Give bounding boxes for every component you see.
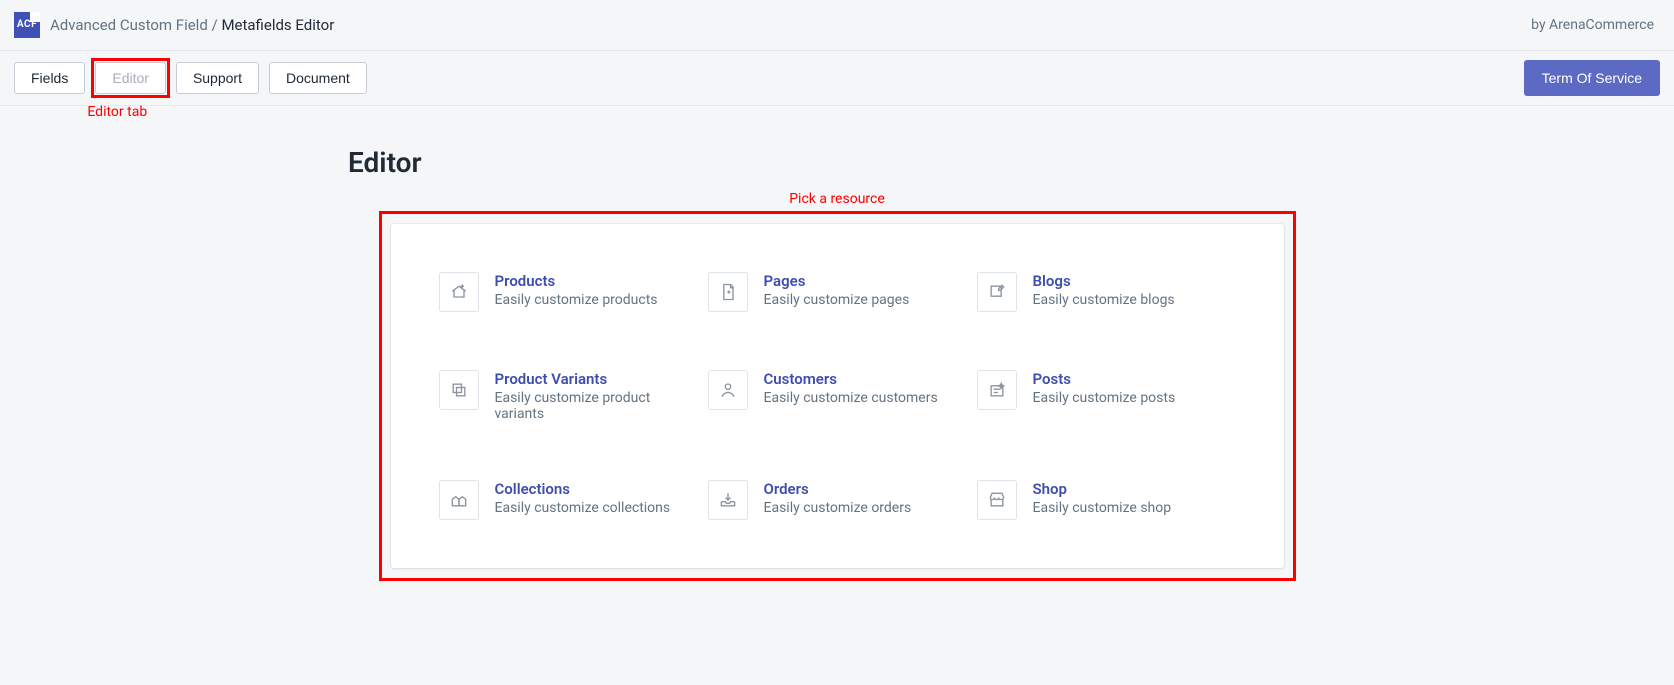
breadcrumb-separator: / — [208, 16, 222, 34]
sparkle-note-icon — [977, 370, 1017, 410]
resource-subtitle: Easily customize customers — [764, 390, 938, 406]
tab-document[interactable]: Document — [269, 62, 367, 94]
annotation-label-editor: Editor tab — [87, 104, 147, 120]
resource-item-product-variants[interactable]: Product Variants Easily customize produc… — [439, 370, 698, 422]
resource-text: Orders Easily customize orders — [764, 480, 912, 516]
tab-fields[interactable]: Fields — [14, 62, 85, 94]
resource-item-posts[interactable]: Posts Easily customize posts — [977, 370, 1236, 422]
resource-subtitle: Easily customize product variants — [495, 390, 685, 422]
resource-text: Pages Easily customize pages — [764, 272, 910, 308]
resource-item-orders[interactable]: Orders Easily customize orders — [708, 480, 967, 520]
resource-subtitle: Easily customize shop — [1033, 500, 1172, 516]
page-title: Editor — [348, 146, 1674, 179]
resource-item-collections[interactable]: Collections Easily customize collections — [439, 480, 698, 520]
resource-title: Pages — [764, 272, 910, 290]
resource-text: Product Variants Easily customize produc… — [495, 370, 685, 422]
breadcrumb-app-name: Advanced Custom Field — [50, 16, 208, 34]
resource-title: Products — [495, 272, 658, 290]
resource-item-blogs[interactable]: Blogs Easily customize blogs — [977, 272, 1236, 312]
tab-support[interactable]: Support — [176, 62, 259, 94]
resource-item-products[interactable]: Products Easily customize products — [439, 272, 698, 312]
tab-editor-anno-wrap: Editor Editor tab — [95, 62, 166, 94]
resource-grid: Products Easily customize products Pages… — [439, 272, 1236, 520]
resource-text: Posts Easily customize posts — [1033, 370, 1176, 406]
user-icon — [708, 370, 748, 410]
tab-row: Fields Editor Editor tab Support Documen… — [0, 51, 1674, 106]
resource-title: Shop — [1033, 480, 1172, 498]
resource-subtitle: Easily customize posts — [1033, 390, 1176, 406]
annotation-box-resources: Products Easily customize products Pages… — [379, 211, 1296, 581]
resource-title: Posts — [1033, 370, 1176, 388]
buildings-icon — [439, 480, 479, 520]
breadcrumb-section: Metafields Editor — [221, 16, 334, 34]
tab-editor[interactable]: Editor — [95, 62, 166, 94]
byline: by ArenaCommerce — [1531, 17, 1654, 33]
inbox-download-icon — [708, 480, 748, 520]
resource-text: Customers Easily customize customers — [764, 370, 938, 406]
resource-card: Products Easily customize products Pages… — [391, 224, 1284, 568]
resource-subtitle: Easily customize orders — [764, 500, 912, 516]
top-header: ACF Advanced Custom Field / Metafields E… — [0, 0, 1674, 51]
resource-subtitle: Easily customize collections — [495, 500, 671, 516]
resource-title: Orders — [764, 480, 912, 498]
resource-text: Shop Easily customize shop — [1033, 480, 1172, 516]
top-header-left: ACF Advanced Custom Field / Metafields E… — [14, 12, 334, 38]
resource-subtitle: Easily customize products — [495, 292, 658, 308]
edit-note-icon — [977, 272, 1017, 312]
annotation-label-pick-resource: Pick a resource — [0, 191, 1674, 207]
resource-title: Product Variants — [495, 370, 685, 388]
resource-title: Customers — [764, 370, 938, 388]
page-plus-icon — [708, 272, 748, 312]
resource-subtitle: Easily customize pages — [764, 292, 910, 308]
resource-title: Collections — [495, 480, 671, 498]
resource-text: Collections Easily customize collections — [495, 480, 671, 516]
resource-subtitle: Easily customize blogs — [1033, 292, 1175, 308]
breadcrumb: Advanced Custom Field / Metafields Edito… — [50, 16, 334, 34]
resource-title: Blogs — [1033, 272, 1175, 290]
resource-text: Products Easily customize products — [495, 272, 658, 308]
home-plus-icon — [439, 272, 479, 312]
storefront-icon — [977, 480, 1017, 520]
resource-text: Blogs Easily customize blogs — [1033, 272, 1175, 308]
app-logo-icon: ACF — [14, 12, 40, 38]
term-of-service-button[interactable]: Term Of Service — [1524, 60, 1660, 96]
resource-item-pages[interactable]: Pages Easily customize pages — [708, 272, 967, 312]
resource-item-customers[interactable]: Customers Easily customize customers — [708, 370, 967, 422]
tab-list: Fields Editor Editor tab Support Documen… — [14, 62, 367, 94]
duplicate-icon — [439, 370, 479, 410]
resource-item-shop[interactable]: Shop Easily customize shop — [977, 480, 1236, 520]
